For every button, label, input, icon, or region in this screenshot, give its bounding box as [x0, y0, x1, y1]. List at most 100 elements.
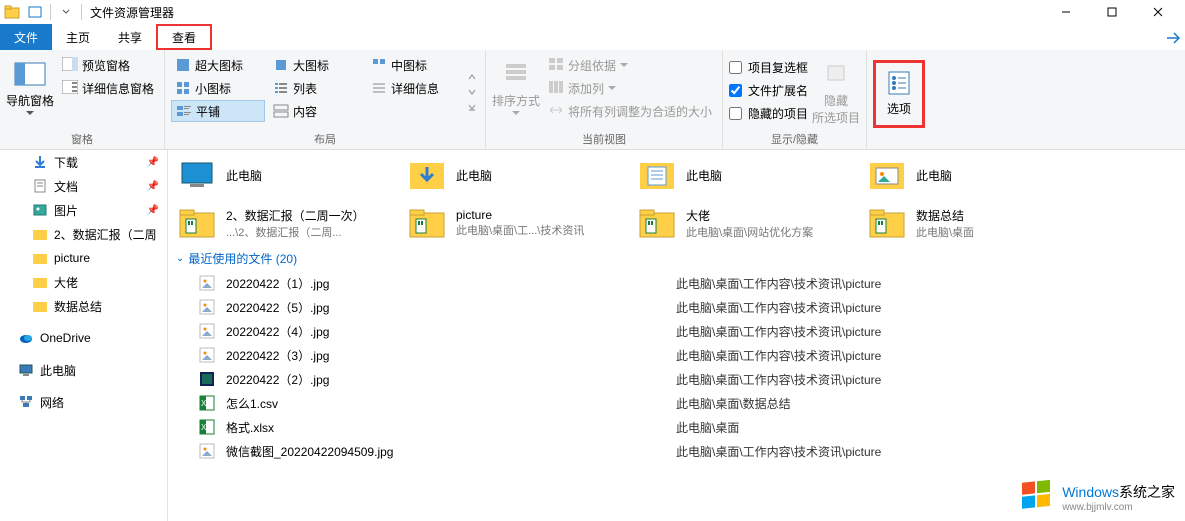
folder-name: 此电脑	[226, 167, 396, 184]
groupby-button[interactable]: 分组依据	[544, 54, 716, 76]
folder-icon	[32, 298, 48, 314]
layout-medium[interactable]: 中图标	[367, 54, 461, 76]
sidebar-network[interactable]: 网络	[0, 390, 167, 414]
tab-file[interactable]: 文件	[0, 24, 52, 50]
autosize-icon	[548, 103, 564, 119]
file-icon	[198, 274, 216, 292]
sidebar-folder-summary[interactable]: 数据总结	[0, 294, 167, 318]
tab-home[interactable]: 主页	[52, 24, 104, 50]
close-button[interactable]	[1135, 0, 1181, 24]
recent-file-row[interactable]: 20220422（1）.jpg 此电脑\桌面\工作内容\技术资讯\picture	[176, 271, 1177, 295]
folder-item[interactable]: 此电脑	[636, 154, 856, 196]
recent-header-label: 最近使用的文件 (20)	[188, 250, 297, 267]
folder-thumb-icon	[866, 154, 908, 196]
explorer-icon	[4, 4, 20, 20]
file-icon	[198, 322, 216, 340]
titlebar: 文件资源管理器	[0, 0, 1185, 24]
folder-thumb-icon	[636, 202, 678, 244]
dropdown-icon	[26, 111, 34, 115]
group-panes-label: 窗格	[6, 129, 158, 147]
recent-file-row[interactable]: X 怎么1.csv 此电脑\桌面\数据总结	[176, 391, 1177, 415]
sidebar-onedrive[interactable]: OneDrive	[0, 326, 167, 350]
content-icon	[273, 103, 289, 119]
file-name: 20220422（5）.jpg	[226, 299, 666, 316]
layout-details[interactable]: 详细信息	[367, 77, 461, 99]
group-layout-label: 布局	[171, 129, 479, 147]
watermark-url: www.bjjmlv.com	[1062, 502, 1175, 513]
minimize-button[interactable]	[1043, 0, 1089, 24]
hide-selected-button[interactable]: 隐藏 所选项目	[812, 54, 860, 129]
hide-icon	[820, 58, 852, 90]
sidebar-pictures[interactable]: 图片📌	[0, 198, 167, 222]
addcols-icon	[548, 80, 564, 96]
recent-file-row[interactable]: 20220422（3）.jpg 此电脑\桌面\工作内容\技术资讯\picture	[176, 343, 1177, 367]
file-name: 怎么1.csv	[226, 395, 666, 412]
sidebar-folder-report[interactable]: 2、数据汇报（二周	[0, 222, 167, 246]
folder-item[interactable]: picture 此电脑\桌面\工...\技术资讯	[406, 202, 626, 244]
qat-new-folder[interactable]	[24, 2, 46, 22]
sidebar: 下载📌 文档📌 图片📌 2、数据汇报（二周 picture 大佬 数据总结 On…	[0, 150, 168, 521]
options-button[interactable]: 选项	[873, 60, 925, 128]
folder-thumb-icon	[406, 202, 448, 244]
layout-large[interactable]: 大图标	[269, 54, 363, 76]
file-icon	[198, 370, 216, 388]
file-name: 20220422（4）.jpg	[226, 323, 666, 340]
checkbox-item-checkboxes[interactable]: 项目复选框	[729, 56, 808, 78]
recent-section-header[interactable]: ⌄ 最近使用的文件 (20)	[176, 250, 1177, 267]
maximize-button[interactable]	[1089, 0, 1135, 24]
folder-item[interactable]: 此电脑	[866, 154, 1086, 196]
preview-pane-button[interactable]: 预览窗格	[58, 54, 158, 76]
sidebar-downloads[interactable]: 下载📌	[0, 150, 167, 174]
layout-content[interactable]: 内容	[269, 100, 363, 122]
windows-logo-icon	[1020, 479, 1056, 515]
layout-small[interactable]: 小图标	[171, 77, 265, 99]
qat-dropdown[interactable]	[55, 2, 77, 22]
autosize-button[interactable]: 将所有列调整为合适的大小	[544, 100, 716, 122]
layout-extra-large[interactable]: 超大图标	[171, 54, 265, 76]
group-currentview-label: 当前视图	[492, 129, 716, 147]
file-path: 此电脑\桌面	[676, 419, 739, 436]
recent-file-row[interactable]: 微信截图_20220422094509.jpg 此电脑\桌面\工作内容\技术资讯…	[176, 439, 1177, 463]
file-icon	[198, 346, 216, 364]
tab-share[interactable]: 共享	[104, 24, 156, 50]
sidebar-folder-dalao[interactable]: 大佬	[0, 270, 167, 294]
folder-item[interactable]: 此电脑	[176, 154, 396, 196]
recent-file-row[interactable]: 20220422（4）.jpg 此电脑\桌面\工作内容\技术资讯\picture	[176, 319, 1177, 343]
checkbox-file-extensions[interactable]: 文件扩展名	[729, 79, 808, 101]
nav-pane-button[interactable]: 导航窗格	[6, 54, 54, 129]
expand-icon[interactable]	[467, 102, 477, 112]
pin-icon: 📌	[147, 205, 159, 216]
thispc-icon	[18, 362, 34, 378]
folder-item[interactable]: 大佬 此电脑\桌面\网站优化方案	[636, 202, 856, 244]
pin-icon: 📌	[147, 157, 159, 168]
checkbox-hidden-items[interactable]: 隐藏的项目	[729, 102, 808, 124]
tab-view[interactable]: 查看	[156, 24, 212, 50]
layout-list[interactable]: 列表	[269, 77, 363, 99]
sidebar-documents[interactable]: 文档📌	[0, 174, 167, 198]
folder-name: 此电脑	[916, 167, 1086, 184]
recent-file-row[interactable]: 20220422（2）.jpg 此电脑\桌面\工作内容\技术资讯\picture	[176, 367, 1177, 391]
layout-tiles[interactable]: 平铺	[171, 100, 265, 122]
help-button[interactable]	[1161, 24, 1185, 50]
recent-file-row[interactable]: X 格式.xlsx 此电脑\桌面	[176, 415, 1177, 439]
sidebar-folder-picture[interactable]: picture	[0, 246, 167, 270]
addcols-button[interactable]: 添加列	[544, 77, 716, 99]
folder-sub: 此电脑\桌面\网站优化方案	[686, 224, 856, 240]
scroll-down-icon[interactable]	[467, 87, 477, 97]
folder-thumb-icon	[636, 154, 678, 196]
folder-item[interactable]: 2、数据汇报（二周一次） ...\2、数据汇报（二周...	[176, 202, 396, 244]
folder-item[interactable]: 此电脑	[406, 154, 626, 196]
svg-text:X: X	[201, 399, 207, 408]
folder-thumb-icon	[866, 202, 908, 244]
sidebar-thispc[interactable]: 此电脑	[0, 358, 167, 382]
sort-button[interactable]: 排序方式	[492, 54, 540, 129]
folder-item[interactable]: 数据总结 此电脑\桌面	[866, 202, 1086, 244]
recent-file-row[interactable]: 20220422（5）.jpg 此电脑\桌面\工作内容\技术资讯\picture	[176, 295, 1177, 319]
file-name: 微信截图_20220422094509.jpg	[226, 443, 666, 460]
file-path: 此电脑\桌面\工作内容\技术资讯\picture	[676, 443, 881, 460]
scroll-up-icon[interactable]	[467, 72, 477, 82]
details-pane-icon	[62, 80, 78, 96]
details-pane-button[interactable]: 详细信息窗格	[58, 77, 158, 99]
file-path: 此电脑\桌面\数据总结	[676, 395, 791, 412]
file-name: 20220422（3）.jpg	[226, 347, 666, 364]
